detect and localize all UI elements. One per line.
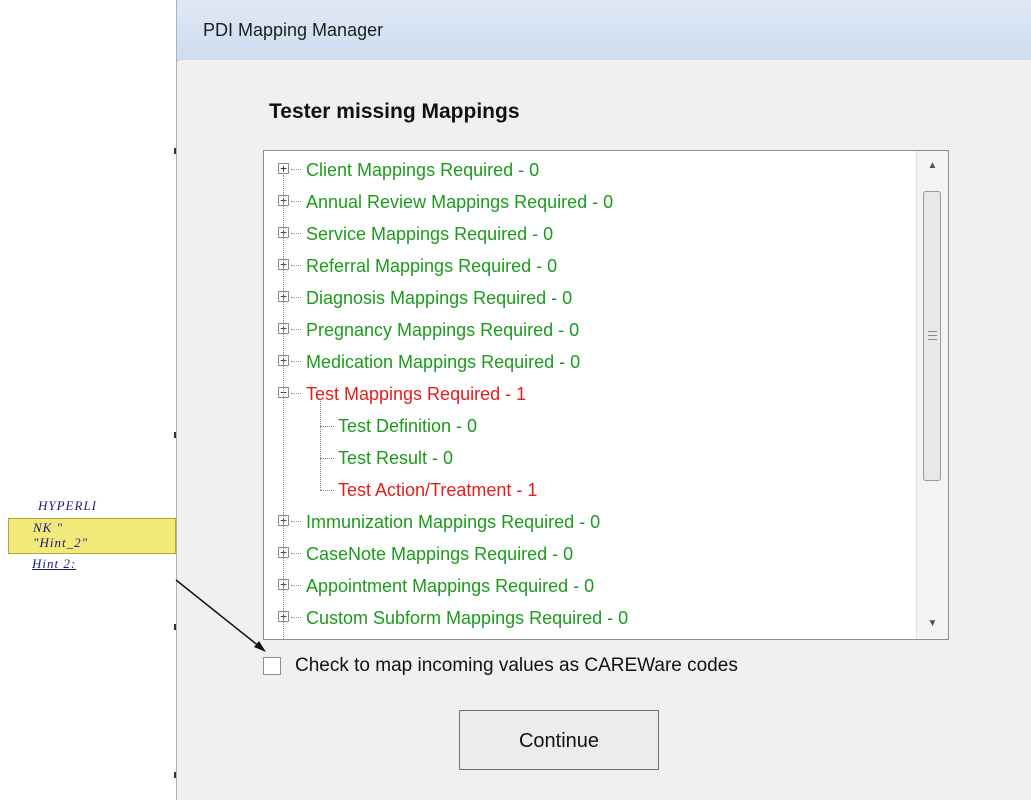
callout-connector-arrow	[175, 579, 266, 652]
